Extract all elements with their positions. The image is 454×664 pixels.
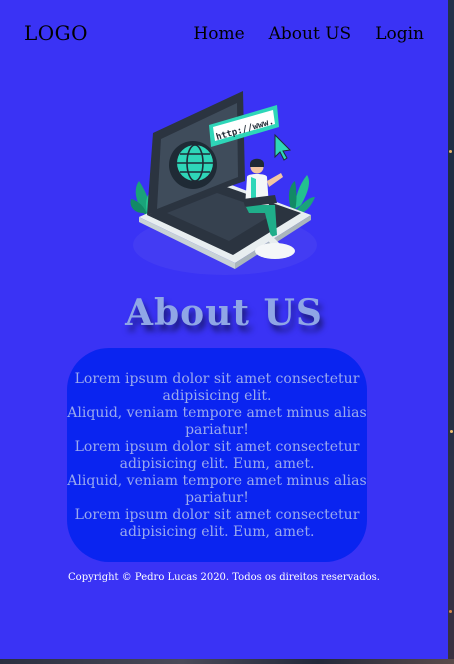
page-title: About US	[125, 292, 323, 334]
city-light	[449, 610, 452, 613]
city-light	[450, 430, 453, 433]
paragraph: Aliquid, veniam tempore amet minus alias…	[67, 473, 367, 506]
background-bottom-edge	[0, 659, 454, 664]
about-text-card: Lorem ipsum dolor sit amet consectetur a…	[67, 348, 367, 562]
header: LOGO Home About US Login	[0, 0, 448, 70]
logo[interactable]: LOGO	[24, 21, 88, 45]
paragraph: Aliquid, veniam tempore amet minus alias…	[67, 405, 367, 438]
footer-copyright: Copyright © Pedro Lucas 2020. Todos os d…	[68, 572, 380, 583]
city-light	[449, 150, 452, 153]
nav-about-link[interactable]: About US	[269, 24, 352, 44]
globe-icon	[169, 141, 217, 189]
hero-illustration: http://www.	[125, 85, 325, 280]
page-container: LOGO Home About US Login http://www. Abo…	[0, 0, 448, 659]
nav-home-link[interactable]: Home	[193, 24, 244, 44]
paragraph: Lorem ipsum dolor sit amet consectetur a…	[74, 439, 360, 472]
cursor-icon	[274, 133, 292, 161]
background-edge	[448, 0, 454, 664]
nav-menu: Home About US Login	[193, 24, 424, 44]
nav-login-link[interactable]: Login	[375, 24, 424, 44]
paragraph: Lorem ipsum dolor sit amet consectetur a…	[74, 507, 360, 540]
paragraph: Lorem ipsum dolor sit amet consectetur a…	[74, 371, 360, 404]
